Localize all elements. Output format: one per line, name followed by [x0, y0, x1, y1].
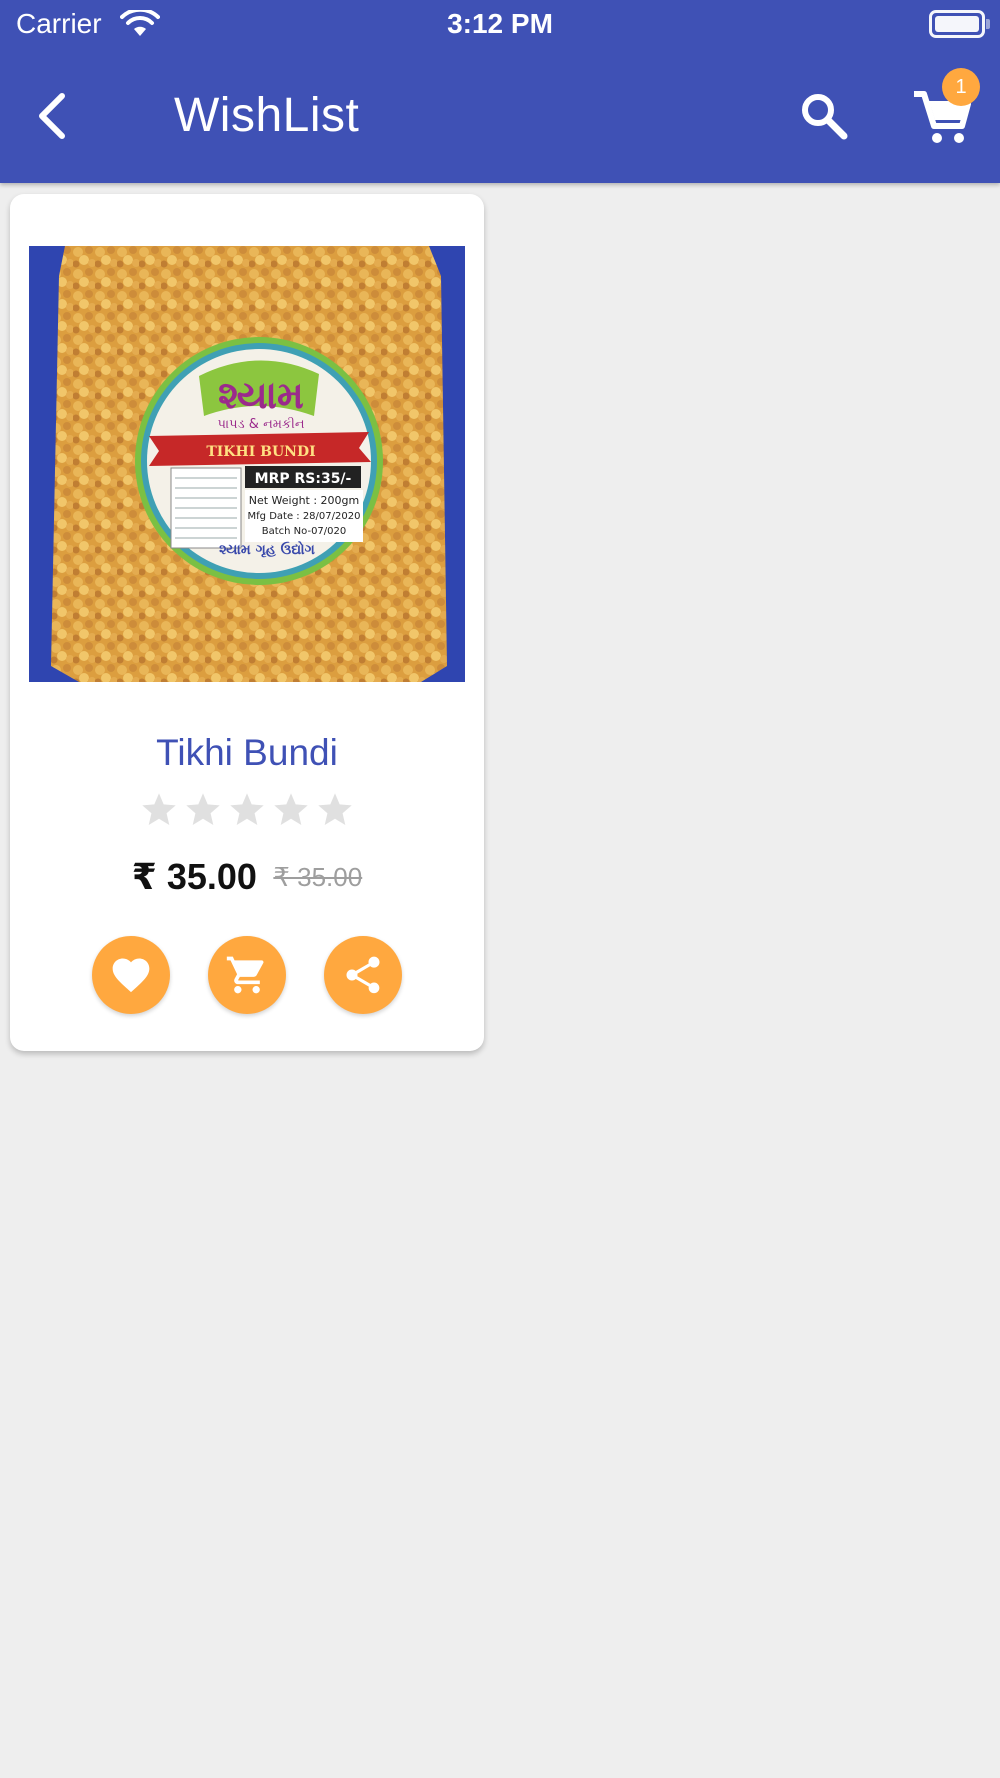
star-icon[interactable]: [139, 790, 179, 830]
wishlist-heart-button[interactable]: [92, 936, 170, 1014]
search-icon[interactable]: [796, 88, 852, 144]
status-bar: Carrier 3:12 PM: [0, 0, 1000, 50]
product-name[interactable]: Tikhi Bundi: [10, 732, 484, 774]
page-title: WishList: [174, 89, 360, 142]
label-brand: શ્યામ: [218, 373, 304, 417]
label-subtitle: પાપડ & નમકીન: [217, 416, 304, 432]
battery-icon: [929, 10, 990, 38]
label-ribbon: TIKHI BUNDI: [206, 444, 315, 460]
star-icon[interactable]: [271, 790, 311, 830]
label-footer: શ્યામ ગૃહ ઉદ્યોગ: [219, 540, 315, 558]
label-mfg-date: Mfg Date : 28/07/2020: [248, 511, 361, 522]
label-mrp: MRP RS:35/-: [255, 471, 352, 487]
heart-icon: [112, 958, 150, 993]
cart-badge: 1: [942, 68, 980, 106]
label-batch: Batch No-07/020: [262, 526, 347, 537]
price-current: ₹ 35.00: [131, 856, 257, 897]
share-icon: [346, 956, 380, 994]
star-icon[interactable]: [227, 790, 267, 830]
rating-stars[interactable]: [10, 790, 484, 835]
star-icon[interactable]: [315, 790, 355, 830]
label-net-weight: Net Weight : 200gm: [249, 494, 360, 507]
product-card[interactable]: શ્યામ પાપડ & નમકીન TIKHI BUNDI MRP RS:35…: [10, 194, 484, 1051]
product-image[interactable]: શ્યામ પાપડ & નમકીન TIKHI BUNDI MRP RS:35…: [29, 246, 465, 682]
star-icon[interactable]: [183, 790, 223, 830]
back-button[interactable]: [28, 86, 80, 146]
price-row: ₹ 35.00 ₹ 35.00: [10, 856, 484, 898]
add-to-cart-icon: [226, 956, 264, 994]
status-time: 3:12 PM: [447, 8, 553, 39]
price-original: ₹ 35.00: [273, 861, 363, 892]
share-button[interactable]: [324, 936, 402, 1014]
add-to-cart-button[interactable]: [208, 936, 286, 1014]
app-bar: Carrier 3:12 PM WishList 1: [0, 0, 1000, 183]
